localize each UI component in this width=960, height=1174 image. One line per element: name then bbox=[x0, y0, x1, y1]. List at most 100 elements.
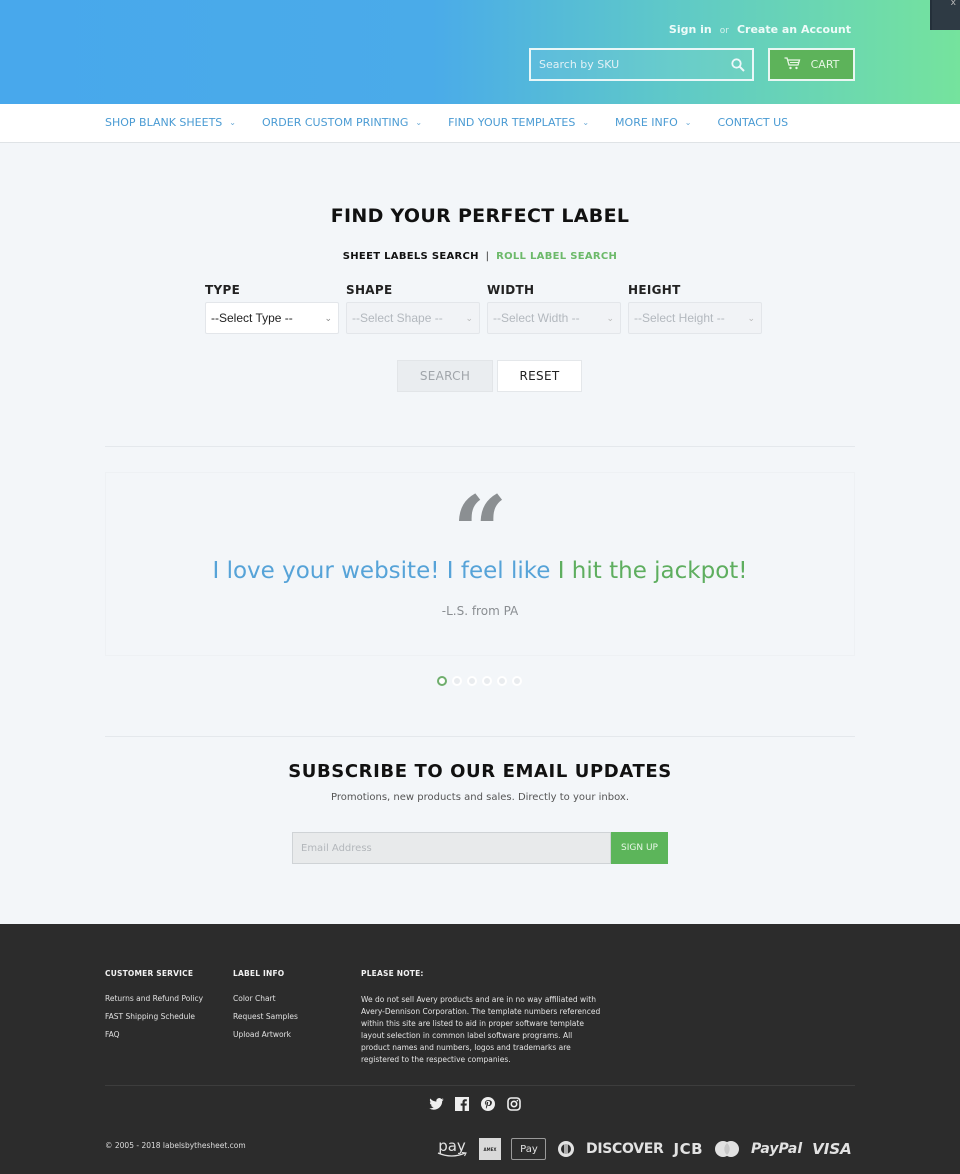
footer-link-returns[interactable]: Returns and Refund Policy bbox=[105, 994, 203, 1003]
twitter-icon[interactable] bbox=[428, 1096, 444, 1112]
subscribe-form: SIGN UP bbox=[292, 832, 668, 864]
cart-label: CART bbox=[810, 58, 840, 71]
close-icon[interactable]: x bbox=[951, 0, 956, 8]
site-header: x Sign in or Create an Account CART bbox=[0, 0, 960, 104]
shape-field: SHAPE --Select Shape -- ⌄ bbox=[346, 283, 480, 334]
chevron-down-icon: ⌄ bbox=[324, 312, 332, 323]
chevron-down-icon: ⌄ bbox=[465, 312, 473, 323]
footer-heading: LABEL INFO bbox=[233, 969, 285, 978]
instagram-icon[interactable] bbox=[506, 1096, 522, 1112]
create-account-link[interactable]: Create an Account bbox=[737, 23, 851, 36]
close-widget[interactable]: x bbox=[930, 0, 960, 30]
width-select-value: --Select Width -- bbox=[493, 311, 580, 325]
search-form bbox=[529, 48, 754, 81]
shape-label: SHAPE bbox=[346, 283, 393, 297]
testimonial-author: -L.S. from PA bbox=[441, 604, 519, 618]
nav-label: CONTACT US bbox=[717, 116, 789, 129]
nav-item-shop-blank-sheets[interactable]: SHOP BLANK SHEETS ⌄ bbox=[105, 116, 236, 129]
slider-dot[interactable] bbox=[482, 676, 492, 686]
chevron-down-icon: ⌄ bbox=[582, 118, 590, 127]
tab-separator: | bbox=[485, 251, 490, 262]
tab-roll-label-search[interactable]: ROLL LABEL SEARCH bbox=[496, 251, 617, 262]
visa-icon: VISA bbox=[812, 1140, 852, 1158]
slider-dot[interactable] bbox=[497, 676, 507, 686]
footer-note: PLEASE NOTE: We do not sell Avery produc… bbox=[361, 969, 601, 1066]
pinterest-icon[interactable] bbox=[480, 1096, 496, 1112]
footer-link-upload-artwork[interactable]: Upload Artwork bbox=[233, 1030, 298, 1039]
search-input[interactable] bbox=[531, 58, 724, 71]
footer-label-info: LABEL INFO Color Chart Request Samples U… bbox=[233, 969, 298, 1048]
social-links bbox=[428, 1096, 522, 1112]
mastercard-icon bbox=[713, 1140, 741, 1158]
footer-link-faq[interactable]: FAQ bbox=[105, 1030, 203, 1039]
quote-text-blue: I love your website! I feel like bbox=[212, 558, 558, 584]
nav-label: MORE INFO bbox=[615, 116, 678, 129]
slider-dot[interactable] bbox=[437, 676, 447, 686]
height-select-value: --Select Height -- bbox=[634, 311, 725, 325]
footer-heading: PLEASE NOTE: bbox=[361, 969, 424, 978]
nav-label: SHOP BLANK SHEETS bbox=[105, 116, 223, 129]
chevron-down-icon: ⌄ bbox=[747, 312, 755, 323]
width-field: WIDTH --Select Width -- ⌄ bbox=[487, 283, 621, 334]
account-links: Sign in or Create an Account bbox=[669, 23, 851, 36]
footer-link-request-samples[interactable]: Request Samples bbox=[233, 1012, 298, 1021]
chevron-down-icon: ⌄ bbox=[229, 118, 236, 127]
paypal-icon: PayPal bbox=[751, 1141, 803, 1157]
apple-pay-icon: Pay bbox=[511, 1138, 546, 1160]
subscribe-title: SUBSCRIBE TO OUR EMAIL UPDATES bbox=[288, 761, 672, 782]
search-button[interactable]: SEARCH bbox=[397, 360, 493, 392]
jcb-icon: JCB bbox=[673, 1140, 704, 1158]
amex-text: AMEX bbox=[483, 1146, 497, 1152]
amex-icon: AMEX bbox=[479, 1138, 501, 1160]
sign-in-link[interactable]: Sign in bbox=[669, 23, 712, 36]
cart-icon bbox=[784, 56, 801, 73]
quote-text-green: I hit the jackpot! bbox=[557, 558, 748, 584]
width-select[interactable]: --Select Width -- ⌄ bbox=[487, 302, 621, 334]
slider-dot[interactable] bbox=[512, 676, 522, 686]
facebook-icon[interactable] bbox=[454, 1096, 470, 1112]
chevron-down-icon: ⌄ bbox=[684, 118, 692, 127]
discover-icon: DISCOVER bbox=[586, 1141, 664, 1157]
footer-customer-service: CUSTOMER SERVICE Returns and Refund Poli… bbox=[105, 969, 203, 1048]
type-label: TYPE bbox=[205, 283, 241, 297]
type-field: TYPE --Select Type -- ⌄ bbox=[205, 283, 339, 334]
nav-label: ORDER CUSTOM PRINTING bbox=[262, 116, 409, 129]
height-select[interactable]: --Select Height -- ⌄ bbox=[628, 302, 762, 334]
tab-sheet-labels-search[interactable]: SHEET LABELS SEARCH bbox=[343, 251, 479, 262]
footer-divider bbox=[105, 1085, 855, 1086]
section-divider bbox=[105, 446, 855, 447]
quote-icon: “ bbox=[452, 475, 508, 588]
slider-dot[interactable] bbox=[467, 676, 477, 686]
shape-select[interactable]: --Select Shape -- ⌄ bbox=[346, 302, 480, 334]
type-select-value: --Select Type -- bbox=[211, 311, 293, 325]
email-input[interactable] bbox=[292, 832, 611, 864]
cart-button[interactable]: CART bbox=[768, 48, 855, 81]
chevron-down-icon: ⌄ bbox=[606, 312, 614, 323]
finder-tabs: SHEET LABELS SEARCH | ROLL LABEL SEARCH bbox=[0, 251, 960, 262]
amazon-pay-icon: pay bbox=[437, 1137, 467, 1158]
type-select[interactable]: --Select Type -- ⌄ bbox=[205, 302, 339, 334]
amazon-pay-text: pay bbox=[438, 1137, 466, 1155]
nav-item-find-your-templates[interactable]: FIND YOUR TEMPLATES ⌄ bbox=[448, 116, 589, 129]
search-icon[interactable] bbox=[724, 51, 752, 79]
finder-title: FIND YOUR PERFECT LABEL bbox=[330, 205, 630, 227]
footer-heading: CUSTOMER SERVICE bbox=[105, 969, 194, 978]
footer-link-shipping[interactable]: FAST Shipping Schedule bbox=[105, 1012, 203, 1021]
nav-item-order-custom-printing[interactable]: ORDER CUSTOM PRINTING ⌄ bbox=[262, 116, 422, 129]
chevron-down-icon: ⌄ bbox=[415, 118, 423, 127]
footer-note-text: We do not sell Avery products and are in… bbox=[361, 995, 601, 1064]
sign-up-button[interactable]: SIGN UP bbox=[611, 832, 668, 864]
shape-select-value: --Select Shape -- bbox=[352, 311, 443, 325]
testimonial-quote: I love your website! I feel like I hit t… bbox=[0, 558, 960, 584]
payment-icons: pay AMEX Pay DISCOVER JCB PayPal VISA bbox=[437, 1136, 852, 1162]
slider-dot[interactable] bbox=[452, 676, 462, 686]
or-separator: or bbox=[719, 26, 729, 36]
nav-label: FIND YOUR TEMPLATES bbox=[448, 116, 576, 129]
footer-link-color-chart[interactable]: Color Chart bbox=[233, 994, 298, 1003]
height-field: HEIGHT --Select Height -- ⌄ bbox=[628, 283, 762, 334]
reset-button[interactable]: RESET bbox=[497, 360, 582, 392]
nav-item-more-info[interactable]: MORE INFO ⌄ bbox=[615, 116, 691, 129]
site-footer: CUSTOMER SERVICE Returns and Refund Poli… bbox=[0, 924, 960, 1174]
section-divider bbox=[105, 736, 855, 737]
nav-item-contact-us[interactable]: CONTACT US bbox=[717, 116, 788, 129]
